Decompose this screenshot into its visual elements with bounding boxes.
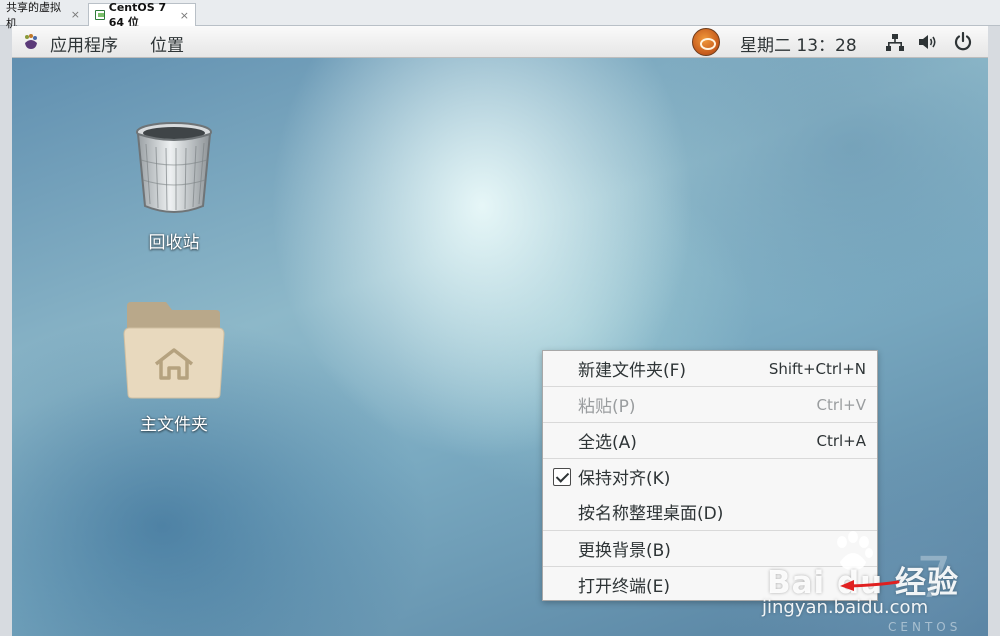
guest-screen: 应用程序 位置 星期二 13：28 回收站 主文件夹 新建文件夹(F) Shif… — [12, 26, 988, 636]
checkbox-checked-icon[interactable] — [553, 468, 571, 486]
menu-item-label: 按名称整理桌面(D) — [578, 504, 724, 524]
menu-item-label: 全选(A) — [578, 433, 637, 453]
menu-item-label: 新建文件夹(F) — [578, 361, 687, 381]
volume-icon[interactable] — [918, 34, 938, 50]
gnome-top-bar: 应用程序 位置 星期二 13：28 — [12, 26, 988, 58]
network-icon[interactable] — [886, 34, 904, 51]
centos-watermark-text: CENTOS — [888, 620, 962, 634]
home-folder-icon — [123, 302, 225, 399]
desktop-item-label: 主文件夹 — [140, 415, 208, 435]
vm-icon — [95, 10, 105, 20]
desktop-item-label: 回收站 — [148, 233, 200, 253]
menu-item-keep-aligned[interactable]: 保持对齐(K) — [543, 459, 877, 494]
tab-shared-vms[interactable]: 共享的虚拟机 × — [0, 1, 86, 30]
menu-item-label: 粘贴(P) — [578, 397, 636, 417]
power-icon[interactable] — [954, 32, 972, 51]
close-icon[interactable]: × — [180, 9, 189, 22]
close-icon[interactable]: × — [71, 8, 80, 21]
trash-icon — [136, 122, 212, 213]
vm-tab-strip: 共享的虚拟机 × CentOS 7 64 位 × — [0, 0, 1000, 30]
menu-item-arrange-by-name[interactable]: 按名称整理桌面(D) — [543, 494, 877, 529]
red-arrow-icon — [840, 580, 900, 591]
menu-item-accel: Ctrl+V — [816, 395, 866, 414]
menu-item-paste[interactable]: 粘贴(P) Ctrl+V — [543, 387, 877, 422]
menu-item-label: 更换背景(B) — [578, 541, 671, 561]
menu-item-accel: Ctrl+A — [816, 431, 866, 450]
menu-item-label: 保持对齐(K) — [578, 469, 671, 489]
menu-item-label: 打开终端(E) — [578, 577, 671, 597]
places-menu[interactable]: 位置 — [150, 31, 184, 56]
baidu-jingyan-url: jingyan.baidu.com — [762, 597, 929, 618]
user-avatar-icon[interactable] — [692, 28, 720, 56]
desktop-home-folder[interactable]: 主文件夹 — [104, 298, 244, 435]
clock[interactable]: 星期二 13：28 — [740, 31, 857, 56]
menu-item-new-folder[interactable]: 新建文件夹(F) Shift+Ctrl+N — [543, 351, 877, 386]
menu-item-select-all[interactable]: 全选(A) Ctrl+A — [543, 423, 877, 458]
applications-menu[interactable]: 应用程序 — [50, 31, 118, 56]
desktop-trash[interactable]: 回收站 — [104, 120, 244, 253]
tab-centos-vm[interactable]: CentOS 7 64 位 × — [88, 1, 196, 29]
menu-item-accel: Shift+Ctrl+N — [768, 359, 866, 378]
gnome-foot-icon[interactable] — [22, 33, 40, 51]
